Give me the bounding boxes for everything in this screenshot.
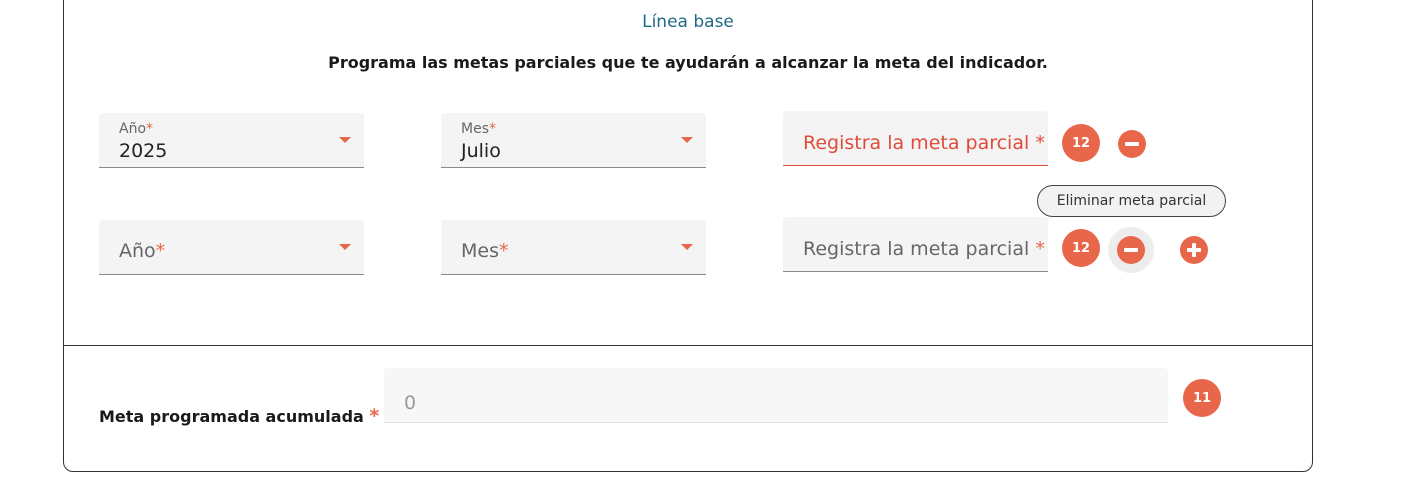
caret-down-icon	[681, 137, 693, 143]
section-title: Línea base	[642, 12, 734, 32]
tooltip: Eliminar meta parcial	[1037, 185, 1226, 217]
minus-circle-icon	[1125, 142, 1139, 146]
section-subtitle: Programa las metas parciales que te ayud…	[328, 53, 1048, 72]
caret-down-icon	[339, 244, 351, 250]
step-badge: 12	[1062, 229, 1100, 267]
accumulated-goal-label: Meta programada acumulada *	[99, 405, 380, 427]
remove-goal-button[interactable]	[1117, 236, 1145, 264]
partial-goal-placeholder: Registra la meta parcial *	[803, 238, 1045, 260]
remove-goal-button[interactable]	[1118, 130, 1146, 158]
month-select-label: Mes*	[461, 121, 496, 137]
step-badge: 11	[1183, 379, 1221, 417]
section-divider	[63, 345, 1313, 346]
month-select-label: Mes*	[461, 240, 509, 262]
step-badge: 12	[1062, 124, 1100, 162]
caret-down-icon	[339, 137, 351, 143]
partial-goal-input[interactable]: Registra la meta parcial *	[783, 111, 1048, 166]
month-select-value: Julio	[461, 140, 501, 162]
minus-circle-icon	[1124, 248, 1138, 252]
month-select[interactable]: Mes* Julio	[441, 113, 706, 168]
accumulated-goal-value: 0	[404, 392, 417, 414]
add-goal-button[interactable]	[1180, 236, 1208, 264]
partial-goal-input[interactable]: Registra la meta parcial *	[783, 217, 1048, 272]
year-select-label: Año*	[119, 240, 166, 262]
year-select-label: Año*	[119, 121, 154, 137]
year-select-value: 2025	[119, 140, 168, 162]
year-select[interactable]: Año*	[99, 220, 364, 275]
caret-down-icon	[681, 244, 693, 250]
accumulated-goal-input: 0	[384, 368, 1168, 423]
year-select[interactable]: Año* 2025	[99, 113, 364, 168]
partial-goal-placeholder: Registra la meta parcial *	[803, 132, 1045, 154]
month-select[interactable]: Mes*	[441, 220, 706, 275]
